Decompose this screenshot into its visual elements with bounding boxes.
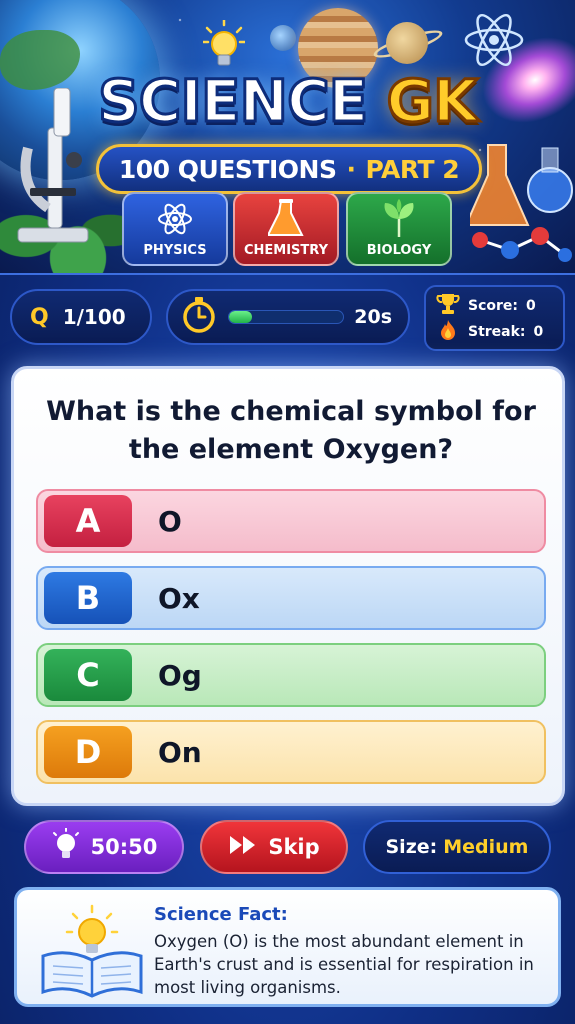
score-panel: Score: 0 Streak: 0 — [424, 285, 565, 351]
size-label: Size: — [385, 836, 438, 858]
score-value: 0 — [526, 298, 536, 314]
timer-value: 20s — [354, 306, 392, 328]
trophy-icon — [436, 293, 460, 319]
atom-icon — [462, 8, 526, 72]
answer-option-a[interactable]: A O — [36, 489, 546, 553]
answer-option-d[interactable]: D On — [36, 720, 546, 784]
leaf-icon — [379, 194, 419, 243]
category-label: CHEMISTRY — [243, 243, 329, 258]
subtitle-banner: 100 QUESTIONS · PART 2 — [96, 144, 482, 194]
option-text: On — [158, 735, 202, 769]
open-book-lightbulb-icon — [37, 904, 147, 999]
score-row: Score: 0 — [436, 293, 553, 319]
lightbulb-icon — [203, 20, 245, 72]
fifty-fifty-button[interactable]: 50:50 — [24, 820, 184, 874]
page-title: SCIENCE GK — [0, 71, 575, 132]
option-text: Og — [158, 658, 202, 692]
saturn-icon — [386, 22, 428, 64]
category-biology[interactable]: BIOLOGY — [346, 192, 452, 266]
option-letter: B — [44, 572, 132, 624]
category-chemistry[interactable]: CHEMISTRY — [233, 192, 339, 266]
header-banner: SCIENCE GK 100 QUESTIONS · PART 2 PHYSIC… — [0, 0, 575, 275]
question-text: What is the chemical symbol for the elem… — [46, 396, 536, 465]
fast-forward-icon — [228, 834, 258, 861]
option-letter: D — [44, 726, 132, 778]
option-letter: A — [44, 495, 132, 547]
timer-progress-bar — [228, 310, 345, 324]
question-counter: Q 1/100 — [10, 289, 152, 345]
flasks-icon — [464, 140, 575, 270]
subtitle-part: PART 2 — [365, 154, 460, 184]
fifty-fifty-label: 50:50 — [90, 835, 158, 859]
atom-icon — [156, 194, 194, 243]
timer-progress-fill — [229, 311, 252, 323]
fire-icon — [436, 319, 460, 345]
category-label: PHYSICS — [143, 243, 207, 258]
flask-icon — [268, 194, 304, 243]
category-label: BIOLOGY — [366, 243, 432, 258]
lightbulb-icon — [51, 826, 81, 867]
streak-value: 0 — [533, 324, 544, 340]
subtitle-questions: 100 QUESTIONS — [118, 154, 337, 184]
stopwatch-icon — [180, 296, 218, 338]
title-word-gk: GK — [385, 67, 480, 135]
score-label: Score: — [468, 298, 518, 314]
option-text: Ox — [158, 581, 200, 615]
science-fact-card: Science Fact: Oxygen (O) is the most abu… — [14, 887, 561, 1007]
question-badge: Q — [30, 304, 49, 330]
streak-label: Streak: — [468, 324, 526, 340]
question-card: What is the chemical symbol for the elem… — [11, 366, 565, 806]
category-physics[interactable]: PHYSICS — [122, 192, 228, 266]
subtitle-separator: · — [346, 154, 356, 184]
option-text: O — [158, 504, 182, 538]
fact-title: Science Fact: — [154, 904, 288, 925]
question-counter-value: 1/100 — [62, 305, 126, 329]
planet-icon — [270, 25, 296, 51]
size-selector[interactable]: Size: Medium — [363, 820, 551, 874]
fact-body: Oxygen (O) is the most abundant element … — [154, 932, 534, 997]
answer-option-c[interactable]: C Og — [36, 643, 546, 707]
option-letter: C — [44, 649, 132, 701]
streak-row: Streak: 0 — [436, 319, 553, 345]
size-value: Medium — [443, 836, 529, 858]
timer: 20s — [166, 289, 410, 345]
answer-option-b[interactable]: B Ox — [36, 566, 546, 630]
skip-button[interactable]: Skip — [200, 820, 348, 874]
skip-label: Skip — [268, 835, 320, 859]
title-word-science: SCIENCE — [96, 67, 369, 135]
